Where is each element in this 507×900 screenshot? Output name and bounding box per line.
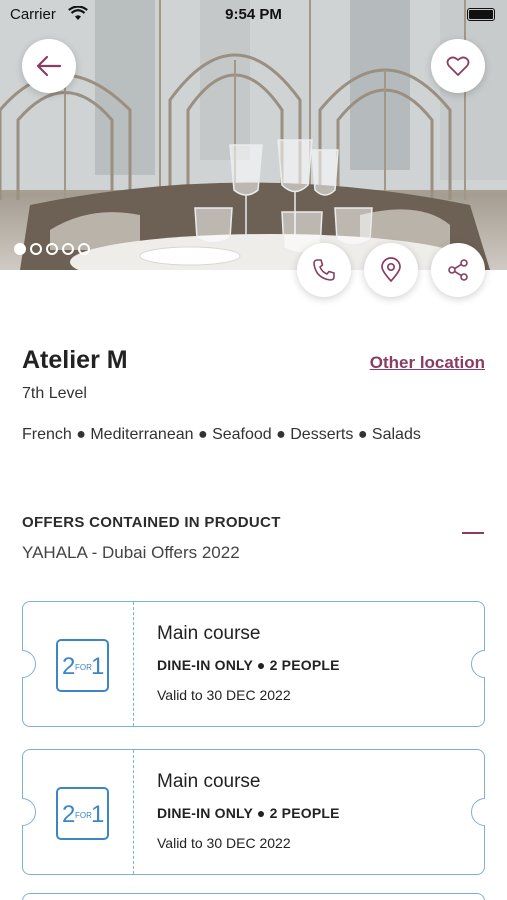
carousel-dot[interactable] bbox=[78, 243, 90, 255]
offer-validity: Valid to 30 DEC 2022 bbox=[157, 835, 291, 851]
hero-image[interactable]: Carrier 9:54 PM bbox=[0, 0, 507, 270]
arrow-left-icon bbox=[36, 55, 62, 77]
carousel-indicator[interactable] bbox=[14, 243, 90, 255]
back-button[interactable] bbox=[22, 39, 76, 93]
coupon-notch bbox=[471, 798, 485, 826]
two-for-one-badge: 2 FOR 1 bbox=[56, 639, 109, 692]
two-for-one-icon: 2 FOR 1 bbox=[62, 801, 104, 828]
location-pin-icon bbox=[381, 257, 401, 282]
status-time: 9:54 PM bbox=[225, 6, 282, 23]
carousel-dot[interactable] bbox=[46, 243, 58, 255]
offer-card[interactable] bbox=[22, 893, 485, 900]
other-location-link[interactable]: Other location bbox=[370, 353, 485, 373]
offer-title: Main course bbox=[157, 623, 261, 644]
carousel-dot[interactable] bbox=[62, 243, 74, 255]
restaurant-photo bbox=[0, 0, 507, 270]
restaurant-name: Atelier M bbox=[22, 346, 128, 374]
cuisine-list: French ● Mediterranean ● Seafood ● Desse… bbox=[22, 426, 421, 443]
map-button[interactable] bbox=[364, 243, 418, 297]
status-bar: Carrier 9:54 PM bbox=[0, 0, 507, 30]
svg-text:1: 1 bbox=[91, 653, 104, 680]
offer-validity: Valid to 30 DEC 2022 bbox=[157, 687, 291, 703]
two-for-one-badge: 2 FOR 1 bbox=[56, 787, 109, 840]
share-icon bbox=[448, 259, 468, 281]
carousel-dot[interactable] bbox=[30, 243, 42, 255]
offer-card[interactable]: 2 FOR 1 Main course DINE-IN ONLY ● 2 PEO… bbox=[22, 601, 485, 727]
offer-type: DINE-IN ONLY ● 2 PEOPLE bbox=[157, 805, 340, 821]
svg-text:1: 1 bbox=[91, 801, 104, 828]
two-for-one-icon: 2 FOR 1 bbox=[62, 653, 104, 680]
svg-text:FOR: FOR bbox=[75, 663, 92, 672]
offer-type: DINE-IN ONLY ● 2 PEOPLE bbox=[157, 657, 340, 673]
svg-text:2: 2 bbox=[62, 653, 75, 680]
coupon-divider bbox=[133, 750, 134, 874]
coupon-notch bbox=[22, 650, 36, 678]
offers-heading[interactable]: OFFERS CONTAINED IN PRODUCT bbox=[22, 514, 281, 531]
offer-title: Main course bbox=[157, 771, 261, 792]
heart-icon bbox=[446, 56, 470, 76]
battery-icon bbox=[467, 8, 495, 21]
svg-text:FOR: FOR bbox=[75, 811, 92, 820]
coupon-notch bbox=[22, 798, 36, 826]
coupon-divider bbox=[133, 602, 134, 726]
offer-card[interactable]: 2 FOR 1 Main course DINE-IN ONLY ● 2 PEO… bbox=[22, 749, 485, 875]
collapse-icon[interactable] bbox=[462, 532, 484, 534]
coupon-notch bbox=[471, 650, 485, 678]
restaurant-level: 7th Level bbox=[22, 385, 87, 402]
phone-icon bbox=[313, 259, 335, 281]
carousel-dot[interactable] bbox=[14, 243, 26, 255]
svg-text:2: 2 bbox=[62, 801, 75, 828]
offers-product-name: YAHALA - Dubai Offers 2022 bbox=[22, 543, 240, 562]
favorite-button[interactable] bbox=[431, 39, 485, 93]
call-button[interactable] bbox=[297, 243, 351, 297]
share-button[interactable] bbox=[431, 243, 485, 297]
